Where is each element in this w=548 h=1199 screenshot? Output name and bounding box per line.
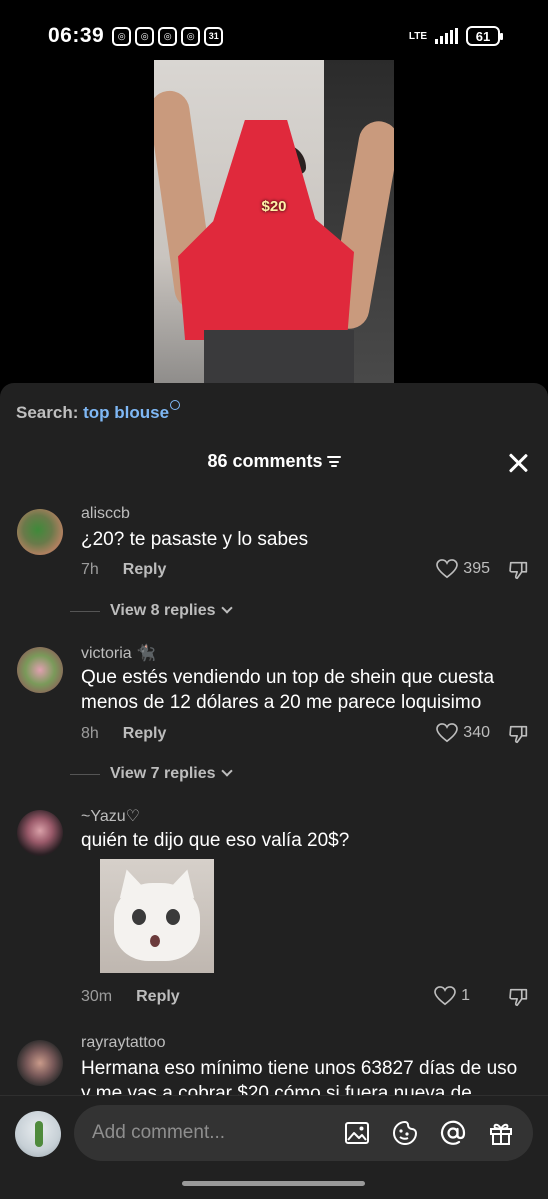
comment-time: 8h (81, 725, 99, 742)
notification-icons: ◎ ◎ ◎ ◎ 31 (112, 26, 224, 46)
comments-count: 86 comments (207, 451, 323, 471)
avatar[interactable] (17, 509, 63, 555)
network-type: LTE (408, 30, 427, 42)
chevron-down-icon (220, 765, 233, 777)
instagram-notification-icon: ◎ (158, 26, 178, 46)
comment-input-bar (0, 1095, 548, 1199)
calendar-notification-icon: 31 (204, 26, 224, 46)
instagram-notification-icon: ◎ (112, 26, 132, 46)
like-button[interactable]: 395 (436, 559, 490, 579)
avatar[interactable] (17, 647, 63, 693)
avatar[interactable] (17, 810, 63, 856)
cat-sticker-image[interactable] (100, 859, 214, 973)
heart-icon (436, 723, 459, 743)
comment-input[interactable] (92, 1105, 332, 1161)
price-overlay: $20 (261, 198, 287, 215)
like-count: 395 (463, 560, 490, 577)
mention-icon[interactable] (440, 1120, 466, 1146)
emoji-icon[interactable] (392, 1120, 418, 1146)
battery-icon: 61 (466, 26, 503, 46)
heart-icon (434, 986, 456, 1006)
comment-meta: 7h Reply (81, 561, 166, 579)
like-count: 340 (463, 724, 490, 741)
comment-username[interactable]: ~Yazu♡ (81, 806, 140, 826)
like-button[interactable]: 1 (434, 986, 470, 1006)
comment-input-container[interactable] (74, 1105, 533, 1161)
dislike-icon[interactable] (508, 723, 530, 745)
comment-text: quién te dijo que eso valía 20$? (81, 830, 350, 851)
comment-meta: 30m Reply (81, 988, 180, 1006)
comment-text: ¿20? te pasaste y lo sabes (81, 529, 309, 550)
close-button[interactable] (508, 453, 528, 473)
reply-button[interactable]: Reply (123, 561, 167, 578)
user-avatar[interactable] (15, 1111, 61, 1157)
instagram-notification-icon: ◎ (135, 26, 155, 46)
like-button[interactable]: 340 (436, 723, 490, 743)
view-replies-button[interactable]: View 7 replies (70, 765, 233, 783)
view-replies-label: View 7 replies (110, 765, 216, 782)
view-replies-label: View 8 replies (110, 602, 216, 619)
reply-button[interactable]: Reply (123, 725, 167, 742)
reply-button[interactable]: Reply (136, 988, 180, 1005)
search-icon (170, 400, 181, 410)
comment-text: Que estés vendiendo un top de shein que … (81, 667, 495, 713)
gift-icon[interactable] (488, 1120, 514, 1146)
comment-item: rayraytattoo Hermana eso mínimo tiene un… (0, 1032, 548, 1096)
comment-time: 30m (81, 988, 113, 1005)
chevron-down-icon (220, 602, 233, 614)
comment-username[interactable]: rayraytattoo (81, 1034, 165, 1052)
status-time: 06:39 (48, 24, 105, 47)
image-icon[interactable] (344, 1120, 370, 1146)
comments-sheet: Search: top blouse 86 comments alisccb ¿… (0, 383, 548, 1199)
view-replies-button[interactable]: View 8 replies (70, 602, 233, 620)
search-term[interactable]: top blouse (83, 403, 169, 422)
battery-level: 61 (475, 28, 491, 44)
video-preview[interactable]: $20 (154, 60, 394, 390)
search-label: Search: (16, 403, 79, 422)
like-count: 1 (461, 987, 470, 1004)
heart-icon (436, 559, 459, 579)
home-indicator (182, 1181, 365, 1186)
comment-meta: 8h Reply (81, 725, 166, 743)
dislike-icon[interactable] (508, 559, 530, 581)
comments-header: 86 comments (0, 451, 548, 481)
comment-username[interactable]: alisccb (81, 505, 130, 523)
comment-text: Hermana eso mínimo tiene unos 63827 días… (81, 1058, 518, 1096)
sort-filter-icon[interactable] (326, 456, 341, 467)
instagram-notification-icon: ◎ (181, 26, 201, 46)
comment-username[interactable]: victoria 🐈‍⬛ (81, 643, 156, 663)
search-suggestion[interactable]: Search: top blouse (16, 400, 181, 423)
signal-icon (435, 28, 458, 44)
avatar[interactable] (17, 1040, 63, 1086)
comment-time: 7h (81, 561, 99, 578)
dislike-icon[interactable] (508, 986, 530, 1008)
